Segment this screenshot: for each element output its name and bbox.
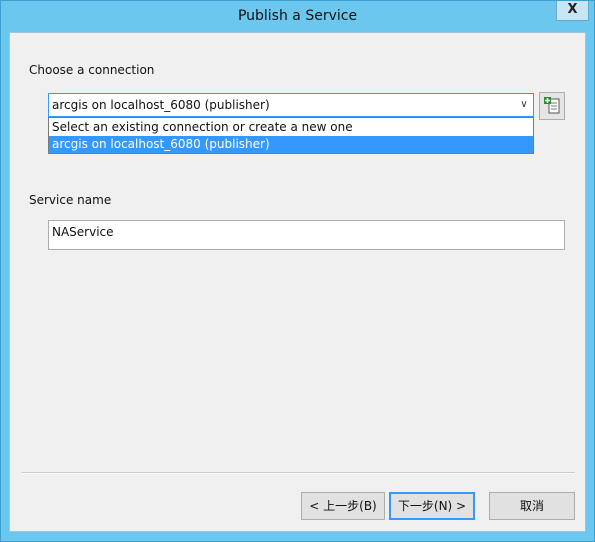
- connection-dropdown-list: Select an existing connection or create …: [48, 117, 534, 154]
- title-bar[interactable]: Publish a Service X: [1, 1, 594, 31]
- service-name-input[interactable]: NAService: [48, 220, 565, 250]
- dropdown-option-arcgis-localhost[interactable]: arcgis on localhost_6080 (publisher): [49, 136, 533, 153]
- dialog-title: Publish a Service: [237, 8, 358, 24]
- connection-selected-value: arcgis on localhost_6080 (publisher): [52, 98, 270, 112]
- connection-select[interactable]: arcgis on localhost_6080 (publisher) ∨: [48, 93, 534, 117]
- next-button[interactable]: 下一步(N) >: [389, 492, 475, 520]
- dialog-content: Choose a connection arcgis on localhost_…: [9, 32, 586, 532]
- dropdown-option-new-connection[interactable]: Select an existing connection or create …: [49, 119, 533, 136]
- separator: [22, 472, 575, 474]
- add-connection-button[interactable]: [539, 92, 565, 120]
- add-connection-icon: [544, 97, 560, 114]
- service-name-label: Service name: [29, 193, 112, 207]
- cancel-button[interactable]: 取消: [489, 492, 575, 520]
- back-button[interactable]: < 上一步(B): [301, 492, 385, 520]
- close-button[interactable]: X: [556, 1, 589, 21]
- chevron-down-icon[interactable]: ∨: [517, 94, 531, 116]
- publish-service-dialog: Publish a Service X Choose a connection …: [0, 0, 595, 542]
- connection-label: Choose a connection: [29, 63, 155, 77]
